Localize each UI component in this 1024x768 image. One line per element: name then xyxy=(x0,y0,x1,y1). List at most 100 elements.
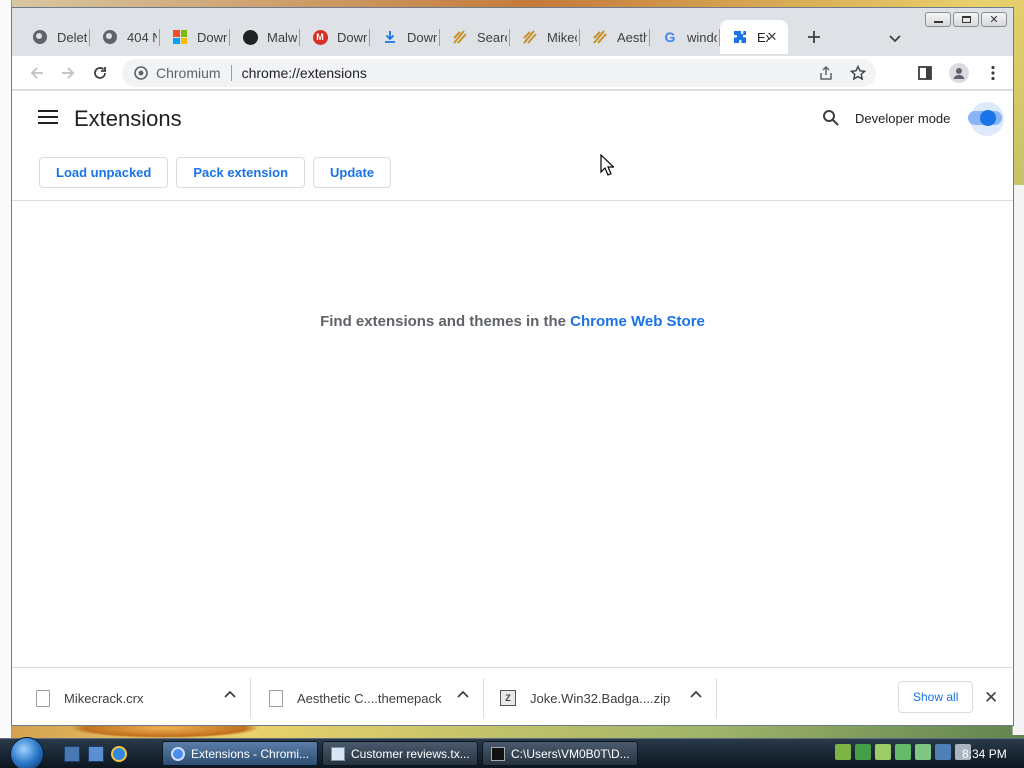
tray-app-icon[interactable] xyxy=(835,744,851,760)
developer-mode-label: Developer mode xyxy=(855,111,951,126)
reload-icon xyxy=(94,67,106,79)
maximize-button[interactable] xyxy=(953,12,979,27)
taskbar-item-7zip[interactable]: C:\Users\VM0B0T\D... xyxy=(482,741,638,766)
side-panel-icon[interactable] xyxy=(915,63,935,83)
download-filename: Mikecrack.crx xyxy=(64,690,144,706)
address-bar[interactable]: Chromium chrome://extensions xyxy=(122,59,876,87)
tab-1[interactable]: Delete xyxy=(20,20,90,54)
tab-4[interactable]: Malw xyxy=(230,20,300,54)
share-icon[interactable] xyxy=(816,63,836,83)
tab-3[interactable]: Down xyxy=(160,20,230,54)
pack-extension-button[interactable]: Pack extension xyxy=(176,157,306,188)
tab-2[interactable]: 404 N xyxy=(90,20,160,54)
chevron-up-icon[interactable] xyxy=(457,690,469,698)
system-tray xyxy=(835,744,971,760)
switch-windows-icon[interactable] xyxy=(88,746,104,762)
tray-app-icon[interactable] xyxy=(875,744,891,760)
minimize-button[interactable] xyxy=(925,12,951,27)
tab-title: Down xyxy=(337,29,367,45)
tab-7[interactable]: Searc xyxy=(440,20,510,54)
show-desktop-icon[interactable] xyxy=(64,746,80,762)
developer-actions: Load unpacked Pack extension Update xyxy=(39,157,392,188)
search-icon[interactable] xyxy=(822,109,840,132)
tray-app-icon[interactable] xyxy=(895,744,911,760)
tab-title: Down xyxy=(407,29,437,45)
tab-10[interactable]: G windo xyxy=(650,20,720,54)
taskbar-clock[interactable]: 8:34 PM xyxy=(962,747,1007,761)
download-shelf: Mikecrack.crx Aesthetic C....themepack Z… xyxy=(12,667,1013,725)
tab-extensions-active[interactable]: Ex ✕ xyxy=(720,20,788,54)
taskbar-item-label: Customer reviews.tx... xyxy=(351,746,470,761)
download-item[interactable]: Mikecrack.crx xyxy=(36,668,246,725)
reload-button[interactable] xyxy=(87,60,113,86)
extensions-page: Extensions Developer mode Load unpacked … xyxy=(12,91,1013,667)
taskbar-item-notepad[interactable]: Customer reviews.tx... xyxy=(322,741,478,766)
download-filename: Joke.Win32.Badga....zip xyxy=(530,690,671,706)
theme-icon xyxy=(522,29,538,45)
tab-8[interactable]: Mikec xyxy=(510,20,580,54)
web-store-link[interactable]: Chrome Web Store xyxy=(570,313,705,330)
header-divider xyxy=(12,200,1013,201)
download-filename: Aesthetic C....themepack xyxy=(297,690,442,706)
download-icon xyxy=(382,29,398,45)
back-button[interactable] xyxy=(24,60,50,86)
mouse-cursor-icon xyxy=(600,154,614,176)
forward-button[interactable] xyxy=(55,60,81,86)
network-icon[interactable] xyxy=(935,744,951,760)
maximize-icon xyxy=(961,16,971,23)
tab-strip: ✕ Delete 404 N Down Malw M Down xyxy=(12,8,1013,56)
show-all-button[interactable]: Show all xyxy=(898,681,974,713)
internet-explorer-icon[interactable] xyxy=(111,746,127,762)
address-separator xyxy=(230,65,232,81)
arrow-left-icon xyxy=(30,67,43,79)
url-text[interactable]: chrome://extensions xyxy=(242,65,367,81)
theme-icon xyxy=(592,29,608,45)
chevron-up-icon[interactable] xyxy=(224,690,236,698)
download-separator xyxy=(483,678,484,718)
start-orb-icon[interactable] xyxy=(10,737,44,768)
tab-title: Searc xyxy=(477,29,507,45)
update-button[interactable]: Update xyxy=(313,157,392,188)
minimize-icon xyxy=(933,21,943,23)
chevron-down-icon xyxy=(889,35,901,43)
7zip-icon xyxy=(491,746,505,761)
taskbar-item-extensions[interactable]: Extensions - Chromi... xyxy=(162,741,318,766)
chevron-up-icon[interactable] xyxy=(690,690,702,698)
download-item[interactable]: Aesthetic C....themepack xyxy=(269,668,479,725)
browser-toolbar: Chromium chrome://extensions xyxy=(12,56,1013,90)
tray-app-icon[interactable] xyxy=(915,744,931,760)
tab-9[interactable]: Aesth xyxy=(580,20,650,54)
kebab-menu-icon[interactable] xyxy=(983,63,1003,83)
download-separator xyxy=(250,678,251,718)
google-icon: G xyxy=(664,29,676,45)
globe-icon xyxy=(32,29,48,45)
chromium-icon xyxy=(171,746,185,761)
profile-avatar-icon[interactable] xyxy=(949,63,969,83)
bookmark-star-icon[interactable] xyxy=(848,63,868,83)
tab-5[interactable]: M Down xyxy=(300,20,370,54)
tab-close-button[interactable]: ✕ xyxy=(764,29,780,45)
new-tab-button[interactable] xyxy=(796,20,832,54)
load-unpacked-button[interactable]: Load unpacked xyxy=(39,157,169,188)
chromium-icon xyxy=(134,66,148,80)
tab-search-button[interactable] xyxy=(885,29,905,49)
extensions-header: Extensions Developer mode xyxy=(12,91,1013,147)
microsoft-icon xyxy=(172,29,188,45)
empty-state-text: Find extensions and themes in the xyxy=(320,313,566,330)
tab-title: windo xyxy=(687,29,717,45)
close-window-button[interactable]: ✕ xyxy=(981,12,1007,27)
taskbar-item-label: C:\Users\VM0B0T\D... xyxy=(511,746,630,761)
download-item[interactable]: Z Joke.Win32.Badga....zip xyxy=(500,668,712,725)
file-icon xyxy=(269,689,283,707)
zip-icon: Z xyxy=(500,690,516,706)
plus-icon xyxy=(808,31,820,43)
toggle-knob[interactable] xyxy=(980,110,996,126)
tray-app-icon[interactable] xyxy=(855,744,871,760)
tab-6[interactable]: Down xyxy=(370,20,440,54)
tab-title: Mikec xyxy=(547,29,577,45)
hamburger-menu-icon[interactable] xyxy=(38,110,58,126)
download-separator xyxy=(716,678,717,718)
omnibox-actions xyxy=(816,63,868,83)
window-controls: ✕ xyxy=(925,12,1007,27)
close-shelf-icon[interactable]: ✕ xyxy=(984,688,998,708)
